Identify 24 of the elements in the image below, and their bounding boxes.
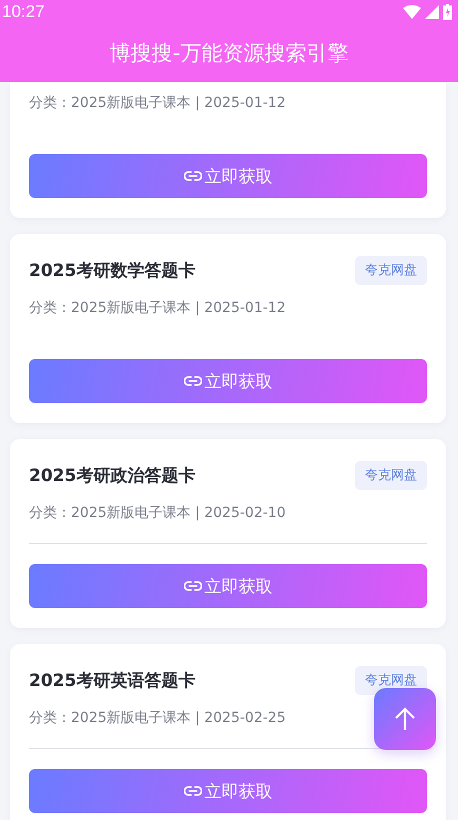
battery-icon — [443, 4, 452, 20]
back-to-top-button[interactable] — [374, 688, 436, 750]
get-button[interactable]: 立即获取 — [29, 564, 427, 608]
app-title: 博搜搜-万能资源搜索引擎 — [110, 40, 348, 67]
source-tag: 夸克网盘 — [355, 460, 427, 490]
result-meta: 分类：2025新版电子课本 | 2025-01-12 — [29, 299, 286, 318]
get-button[interactable]: 立即获取 — [29, 154, 427, 198]
result-title: 2025考研数学答题卡 — [29, 260, 196, 282]
result-meta: 分类：2025新版电子课本 | 2025-01-12 — [29, 94, 286, 113]
source-tag: 夸克网盘 — [355, 256, 427, 284]
link-icon — [184, 786, 202, 796]
signal-icon — [425, 5, 439, 19]
status-time: 10:27 — [2, 2, 45, 22]
get-button[interactable]: 立即获取 — [29, 359, 427, 403]
result-meta: 分类：2025新版电子课本 | 2025-02-25 — [29, 709, 286, 728]
result-title: 2025考研英语答题卡 — [29, 670, 196, 692]
link-icon — [184, 376, 202, 386]
get-button[interactable]: 立即获取 — [29, 769, 427, 813]
wifi-icon — [403, 5, 421, 19]
link-icon — [184, 581, 202, 591]
link-icon — [184, 171, 202, 181]
arrow-up-icon — [395, 707, 415, 731]
result-meta: 分类：2025新版电子课本 | 2025-02-10 — [29, 504, 286, 523]
result-title: 2025考研政治答题卡 — [29, 464, 196, 486]
